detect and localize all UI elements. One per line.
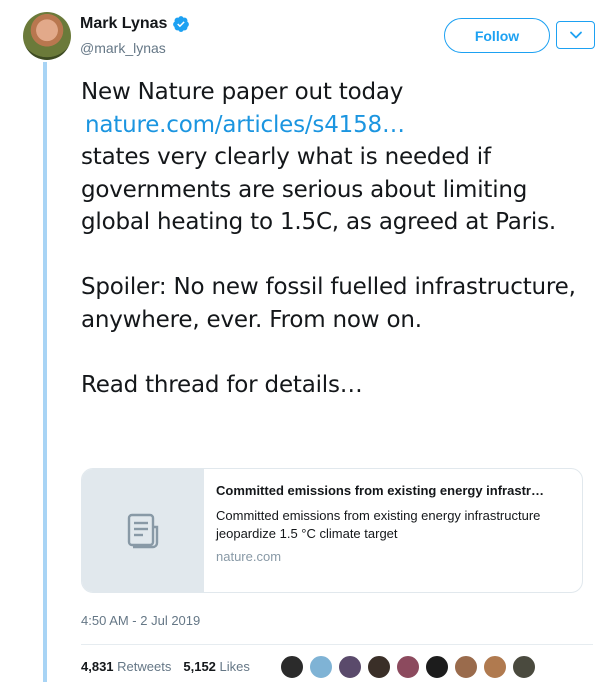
card-thumbnail <box>82 469 204 592</box>
article-link[interactable]: nature.com/articles/s4158… <box>85 112 405 138</box>
engagement-stats: 4,831 Retweets 5,152 Likes <box>81 659 250 674</box>
liker-avatar[interactable] <box>309 655 333 679</box>
tweet-timestamp[interactable]: 4:50 AM - 2 Jul 2019 <box>81 613 200 628</box>
avatar[interactable] <box>23 12 71 60</box>
card-title: Committed emissions from existing energy… <box>216 483 544 498</box>
tweet-paragraph: states very clearly what is needed if go… <box>81 144 556 235</box>
liker-avatar[interactable] <box>367 655 391 679</box>
chevron-down-icon <box>569 31 582 39</box>
likes-stat[interactable]: 5,152 Likes <box>183 659 250 674</box>
document-icon <box>127 513 158 548</box>
divider <box>81 644 593 645</box>
link-preview-card[interactable]: Committed emissions from existing energy… <box>81 468 583 593</box>
liker-avatar[interactable] <box>454 655 478 679</box>
verified-badge-icon <box>173 16 190 32</box>
follow-button[interactable]: Follow <box>444 18 550 53</box>
thread-connector-line <box>43 62 47 682</box>
more-options-button[interactable] <box>556 21 595 49</box>
tweet-text: New Nature paper out today nature.com/ar… <box>81 76 591 401</box>
card-body: Committed emissions from existing energy… <box>204 469 582 592</box>
liker-avatar[interactable] <box>396 655 420 679</box>
liker-avatar[interactable] <box>280 655 304 679</box>
tweet-line-intro: New Nature paper out today <box>81 79 404 105</box>
card-description: Committed emissions from existing energy… <box>216 508 541 541</box>
tweet-paragraph: Spoiler: No new fossil fuelled infrastru… <box>81 274 576 333</box>
liker-avatars <box>280 655 536 679</box>
liker-avatar[interactable] <box>483 655 507 679</box>
author-display-name[interactable]: Mark Lynas <box>80 15 167 33</box>
card-domain: nature.com <box>216 549 282 564</box>
liker-avatar[interactable] <box>425 655 449 679</box>
liker-avatar[interactable] <box>338 655 362 679</box>
author-name-row: Mark Lynas <box>80 15 190 33</box>
liker-avatar[interactable] <box>512 655 536 679</box>
tweet-paragraph: Read thread for details… <box>81 371 363 398</box>
retweets-stat[interactable]: 4,831 Retweets <box>81 659 171 674</box>
author-handle[interactable]: @mark_lynas <box>80 40 166 56</box>
